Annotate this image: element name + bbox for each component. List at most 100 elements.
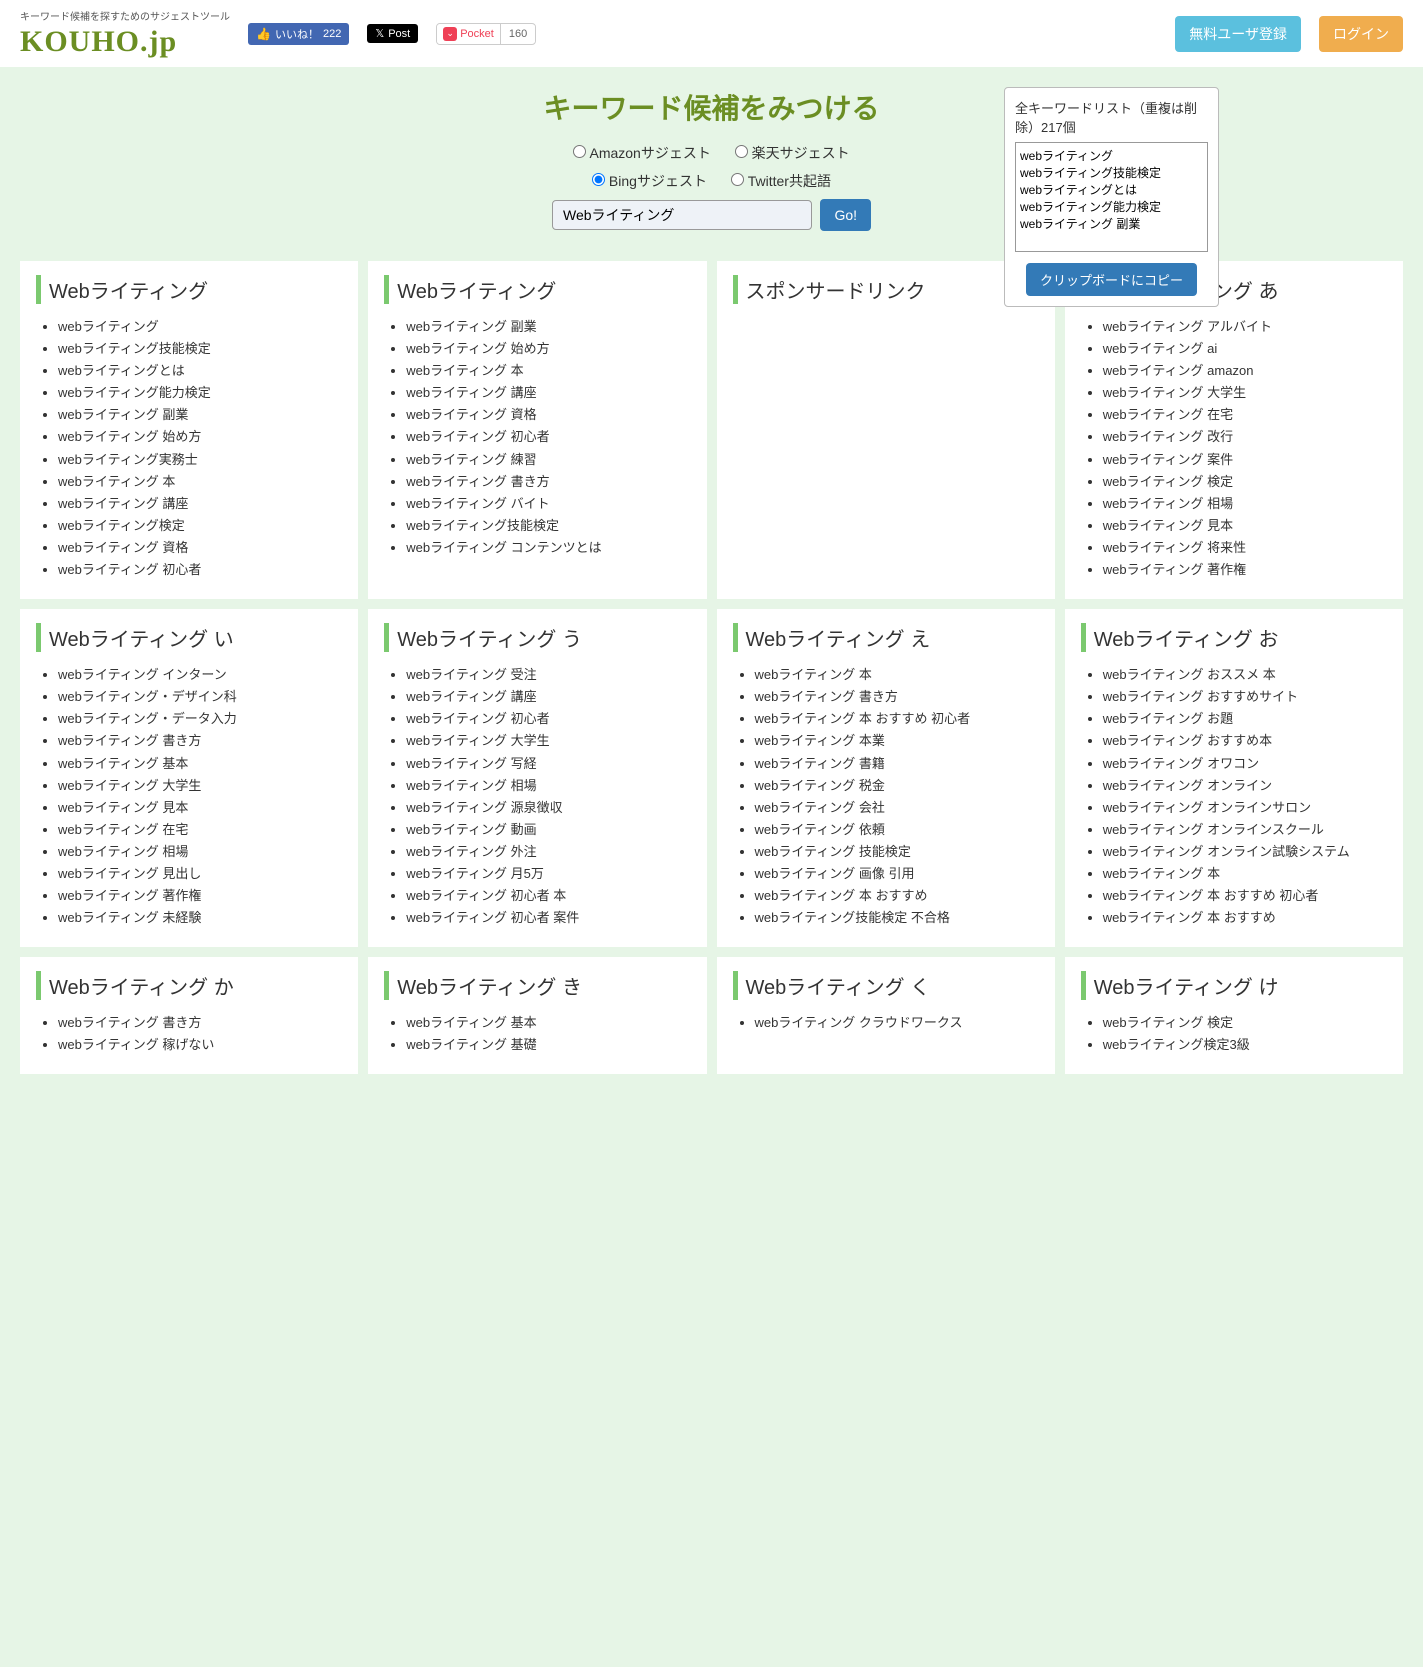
keyword-item[interactable]: webライティング 会社	[755, 797, 1039, 819]
register-button[interactable]: 無料ユーザ登録	[1175, 16, 1301, 52]
keyword-item[interactable]: webライティング 本	[58, 471, 342, 493]
keyword-item[interactable]: webライティングとは	[58, 360, 342, 382]
keyword-item[interactable]: webライティング 見本	[58, 797, 342, 819]
keyword-item[interactable]: webライティング 副業	[406, 316, 690, 338]
keyword-input[interactable]	[552, 200, 812, 230]
keyword-item[interactable]: webライティング オワコン	[1103, 753, 1387, 775]
keyword-item[interactable]: webライティング 著作権	[58, 885, 342, 907]
keyword-item[interactable]: webライティング 稼げない	[58, 1034, 342, 1056]
keyword-item[interactable]: webライティング 未経験	[58, 907, 342, 929]
keyword-item[interactable]: webライティング 初心者	[58, 559, 342, 581]
keyword-item[interactable]: webライティング 講座	[406, 686, 690, 708]
radio-twitter[interactable]: Twitter共起語	[731, 173, 831, 189]
keyword-item[interactable]: webライティング 書き方	[58, 730, 342, 752]
keyword-item[interactable]: webライティング 始め方	[406, 338, 690, 360]
keyword-item[interactable]: webライティング オンライン試験システム	[1103, 841, 1387, 863]
keyword-item[interactable]: webライティング 初心者 本	[406, 885, 690, 907]
x-post-button[interactable]: 𝕏 Post	[367, 24, 418, 43]
keyword-item[interactable]: webライティング 著作権	[1103, 559, 1387, 581]
pocket-button[interactable]: ⌄ Pocket 160	[436, 23, 536, 45]
keyword-item[interactable]: webライティング技能検定	[406, 515, 690, 537]
keyword-item[interactable]: webライティング 書籍	[755, 753, 1039, 775]
radio-bing[interactable]: Bingサジェスト	[592, 173, 707, 189]
keyword-item[interactable]: webライティング バイト	[406, 493, 690, 515]
keyword-item[interactable]: webライティング 在宅	[1103, 404, 1387, 426]
keyword-item[interactable]: webライティング 書き方	[406, 471, 690, 493]
keyword-item[interactable]: webライティング 相場	[58, 841, 342, 863]
radio-rakuten[interactable]: 楽天サジェスト	[735, 145, 850, 161]
keyword-item[interactable]: webライティング お題	[1103, 708, 1387, 730]
keyword-item[interactable]: webライティング	[58, 316, 342, 338]
keyword-item[interactable]: webライティング オンラインスクール	[1103, 819, 1387, 841]
radio-amazon[interactable]: Amazonサジェスト	[573, 145, 710, 161]
keyword-item[interactable]: webライティング 将来性	[1103, 537, 1387, 559]
keyword-item[interactable]: webライティング 初心者 案件	[406, 907, 690, 929]
keyword-item[interactable]: webライティング 外注	[406, 841, 690, 863]
keyword-item[interactable]: webライティング 源泉徴収	[406, 797, 690, 819]
keyword-item[interactable]: webライティング 基本	[406, 1012, 690, 1034]
keyword-item[interactable]: webライティング 本業	[755, 730, 1039, 752]
keyword-item[interactable]: webライティング 初心者	[406, 426, 690, 448]
keyword-item[interactable]: webライティング 大学生	[58, 775, 342, 797]
keyword-item[interactable]: webライティング 大学生	[1103, 382, 1387, 404]
keyword-item[interactable]: webライティング技能検定 不合格	[755, 907, 1039, 929]
keyword-item[interactable]: webライティング 初心者	[406, 708, 690, 730]
keyword-item[interactable]: webライティング 案件	[1103, 449, 1387, 471]
keyword-item[interactable]: webライティング 本	[406, 360, 690, 382]
keyword-item[interactable]: webライティング 副業	[58, 404, 342, 426]
keyword-item[interactable]: webライティング 在宅	[58, 819, 342, 841]
keyword-item[interactable]: webライティング コンテンツとは	[406, 537, 690, 559]
keyword-item[interactable]: webライティング 資格	[406, 404, 690, 426]
keyword-item[interactable]: webライティング 改行	[1103, 426, 1387, 448]
keyword-item[interactable]: webライティング検定3級	[1103, 1034, 1387, 1056]
keyword-item[interactable]: webライティング ai	[1103, 338, 1387, 360]
facebook-like-button[interactable]: 👍 いいね！ 222	[248, 23, 349, 45]
keyword-item[interactable]: webライティング 練習	[406, 449, 690, 471]
keyword-item[interactable]: webライティング 本 おすすめ	[1103, 907, 1387, 929]
keyword-item[interactable]: webライティング検定	[58, 515, 342, 537]
keyword-item[interactable]: webライティング 資格	[58, 537, 342, 559]
keyword-item[interactable]: webライティング 月5万	[406, 863, 690, 885]
keyword-item[interactable]: webライティング おすすめサイト	[1103, 686, 1387, 708]
keyword-item[interactable]: webライティング 本 おすすめ 初心者	[1103, 885, 1387, 907]
keyword-textarea[interactable]	[1015, 142, 1208, 252]
keyword-item[interactable]: webライティング 技能検定	[755, 841, 1039, 863]
keyword-item[interactable]: webライティング 始め方	[58, 426, 342, 448]
keyword-item[interactable]: webライティング 見出し	[58, 863, 342, 885]
keyword-item[interactable]: webライティング オンライン	[1103, 775, 1387, 797]
keyword-item[interactable]: webライティング 画像 引用	[755, 863, 1039, 885]
keyword-item[interactable]: webライティング 大学生	[406, 730, 690, 752]
keyword-item[interactable]: webライティング 相場	[1103, 493, 1387, 515]
keyword-item[interactable]: webライティング・データ入力	[58, 708, 342, 730]
keyword-item[interactable]: webライティング 相場	[406, 775, 690, 797]
keyword-item[interactable]: webライティング 見本	[1103, 515, 1387, 537]
keyword-item[interactable]: webライティング 書き方	[58, 1012, 342, 1034]
keyword-item[interactable]: webライティング クラウドワークス	[755, 1012, 1039, 1034]
keyword-item[interactable]: webライティング 動画	[406, 819, 690, 841]
keyword-item[interactable]: webライティング 本	[755, 664, 1039, 686]
copy-button[interactable]: クリップボードにコピー	[1026, 263, 1197, 296]
keyword-item[interactable]: webライティング 講座	[406, 382, 690, 404]
go-button[interactable]: Go!	[820, 199, 871, 231]
login-button[interactable]: ログイン	[1319, 16, 1403, 52]
keyword-item[interactable]: webライティング実務士	[58, 449, 342, 471]
keyword-item[interactable]: webライティング 受注	[406, 664, 690, 686]
keyword-item[interactable]: webライティング・デザイン科	[58, 686, 342, 708]
keyword-item[interactable]: webライティング おすすめ本	[1103, 730, 1387, 752]
keyword-item[interactable]: webライティング アルバイト	[1103, 316, 1387, 338]
keyword-item[interactable]: webライティング インターン	[58, 664, 342, 686]
logo[interactable]: キーワード候補を探すためのサジェストツール KOUHO.jp	[20, 8, 230, 59]
keyword-item[interactable]: webライティング オンラインサロン	[1103, 797, 1387, 819]
keyword-item[interactable]: webライティング 基本	[58, 753, 342, 775]
keyword-item[interactable]: webライティング おススメ 本	[1103, 664, 1387, 686]
keyword-item[interactable]: webライティング 書き方	[755, 686, 1039, 708]
keyword-item[interactable]: webライティング 基礎	[406, 1034, 690, 1056]
keyword-item[interactable]: webライティング 本	[1103, 863, 1387, 885]
keyword-item[interactable]: webライティング 本 おすすめ 初心者	[755, 708, 1039, 730]
keyword-item[interactable]: webライティング技能検定	[58, 338, 342, 360]
keyword-item[interactable]: webライティング 検定	[1103, 1012, 1387, 1034]
keyword-item[interactable]: webライティング 講座	[58, 493, 342, 515]
keyword-item[interactable]: webライティング 税金	[755, 775, 1039, 797]
keyword-item[interactable]: webライティング 写経	[406, 753, 690, 775]
keyword-item[interactable]: webライティング 本 おすすめ	[755, 885, 1039, 907]
